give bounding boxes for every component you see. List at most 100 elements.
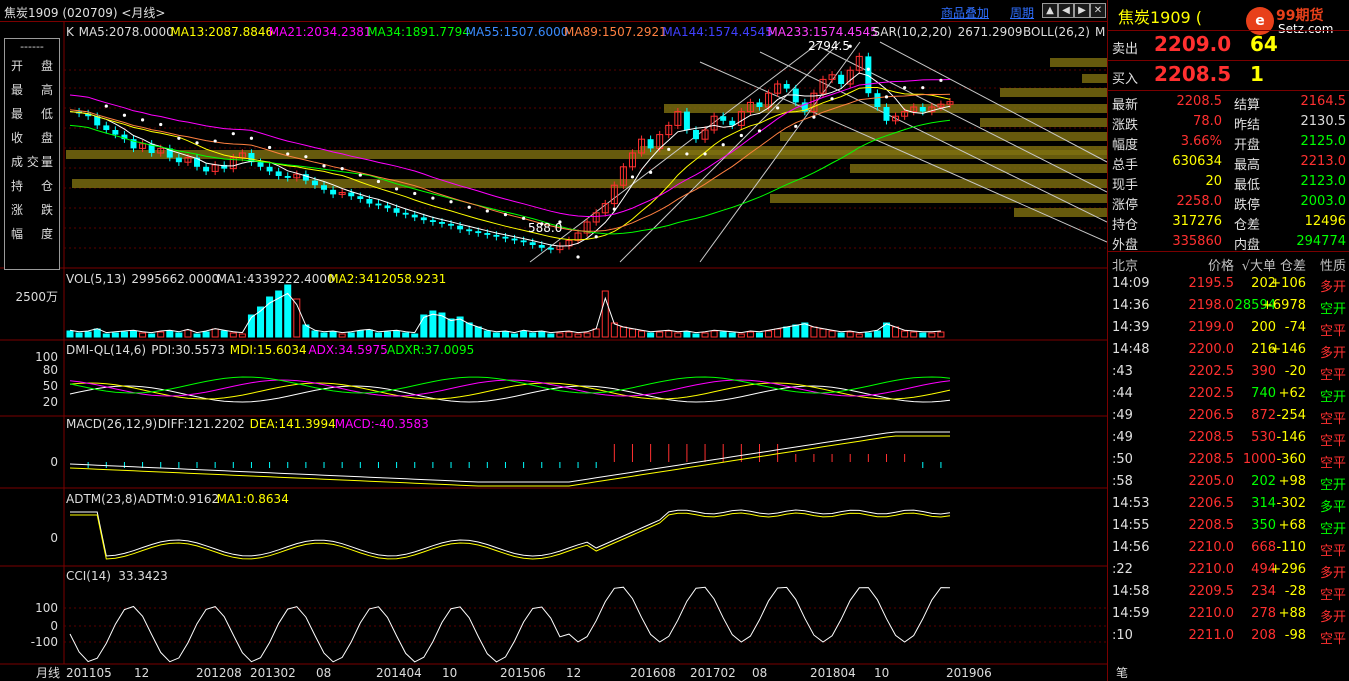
- tick-vol: 234: [1251, 584, 1276, 599]
- zoom-in-button[interactable]: ▲: [1042, 3, 1058, 18]
- volume-bar: [474, 326, 482, 338]
- tick-vol: 208: [1251, 628, 1276, 643]
- tab-ticks[interactable]: 笔: [1116, 664, 1128, 681]
- cci-legend-item: 33.3423: [118, 569, 168, 583]
- volume-bar: [84, 331, 92, 338]
- volume-bar: [402, 332, 410, 338]
- tick-row: 14:56 2210.0 668 -110 空平: [1108, 537, 1349, 559]
- volume-bar: [592, 328, 600, 338]
- volume-bar: [937, 331, 945, 338]
- quote-value: 317276: [1172, 214, 1222, 229]
- tick-row: 14:48 2200.0 216 +146 多开: [1108, 339, 1349, 361]
- info-label-a: 最: [11, 107, 24, 121]
- tick-diff: +88: [1278, 606, 1306, 621]
- tick-diff: -28: [1284, 584, 1306, 599]
- candle-body: [402, 212, 409, 215]
- volume-bar: [356, 330, 364, 338]
- candle-body: [257, 162, 264, 167]
- quote-value: 2164.5: [1300, 94, 1347, 109]
- ma-legend-item: M: [1095, 25, 1105, 39]
- dmi-legend-item: MDI:15.6034: [230, 343, 307, 357]
- sar-dot: [394, 187, 399, 191]
- tick-time: :49: [1112, 430, 1133, 445]
- sar-dot: [340, 167, 344, 171]
- info-row: 成 交量: [5, 150, 59, 174]
- volume-bar: [728, 332, 736, 338]
- tick-time: :58: [1112, 474, 1133, 489]
- tick-diff: -110: [1276, 540, 1306, 555]
- sar-dot: [376, 179, 381, 184]
- info-label-b: 高: [40, 83, 53, 97]
- volume-bar: [628, 328, 636, 338]
- tick-nat: 多开: [1319, 346, 1346, 361]
- tick-price: 2200.0: [1188, 342, 1235, 357]
- candle-body: [484, 233, 491, 235]
- info-row: 开盘: [5, 54, 59, 78]
- x-axis-tick-label: 201804: [810, 666, 856, 680]
- sar-dot: [122, 113, 127, 117]
- volume-bar: [619, 326, 627, 338]
- sar-dot: [358, 173, 362, 177]
- tick-nat: 空平: [1319, 632, 1346, 647]
- volume-bar: [801, 322, 809, 338]
- ma-legend-item: MA34:1891.7794: [367, 25, 470, 39]
- overlay-link[interactable]: 商品叠加: [941, 4, 989, 21]
- cci-legend-item: CCI(14): [66, 569, 111, 583]
- volume-profile-bar: [72, 179, 1107, 188]
- x-axis-tick-label: 201702: [690, 666, 736, 680]
- sar-dot: [140, 118, 145, 122]
- candle-body: [175, 157, 182, 163]
- info-label-b: 盘: [40, 131, 53, 145]
- sar-dot: [249, 136, 254, 140]
- close-button[interactable]: ✕: [1090, 3, 1106, 18]
- ma-legend-item: MA13:2087.8846: [170, 25, 273, 39]
- tick-diff: +6978: [1262, 298, 1306, 313]
- tick-price: 2199.0: [1188, 320, 1235, 335]
- vol-legend-item: 2995662.0000: [131, 272, 219, 286]
- sar-dot: [884, 95, 889, 99]
- tick-header-nature: 性质: [1319, 259, 1346, 274]
- volume-bar: [755, 332, 763, 338]
- quote-row: 持仓 317276 仓差 12496: [1108, 212, 1349, 233]
- tick-price: 2209.5: [1188, 584, 1235, 599]
- period-link[interactable]: 周期: [1010, 4, 1034, 21]
- volume-bar: [320, 332, 328, 338]
- tick-row: :58 2205.0 202 +98 空开: [1108, 471, 1349, 493]
- macd-legend-item: DIFF:121.2202: [158, 417, 245, 431]
- tick-price: 2208.5: [1188, 518, 1235, 533]
- volume-bar: [347, 332, 355, 338]
- volume-profile-bar: [850, 164, 1107, 173]
- volume-bar: [910, 331, 918, 338]
- volume-bar: [556, 332, 564, 338]
- quote-label: 持仓: [1112, 218, 1139, 233]
- volume-bar: [75, 332, 83, 338]
- kline-chart-area[interactable]: K MA5:2078.0000MA13:2087.8846MA21:2034.23…: [0, 22, 1107, 681]
- ma-legend-item: MA21:2034.2381: [269, 25, 372, 39]
- dmi-line: [69, 382, 951, 400]
- tick-nat: 空开: [1319, 390, 1346, 405]
- x-axis-tick-label: 201302: [250, 666, 296, 680]
- candle-body: [266, 166, 273, 172]
- vol-ma-line: [69, 292, 941, 334]
- quote-value: 2130.5: [1300, 114, 1347, 129]
- dmi-legend-item: PDI:30.5573: [151, 343, 225, 357]
- tick-row: :10 2211.0 208 -98 空平: [1108, 625, 1349, 647]
- cursor-info-panel: ------ 开盘最高最低收盘成 交量持仓涨跌幅度: [4, 38, 60, 270]
- tick-time: :50: [1112, 452, 1133, 467]
- volume-bar: [157, 331, 165, 338]
- adtm-legend-item: ADTM(23,8): [66, 492, 137, 506]
- sar-dot: [449, 200, 453, 204]
- buy-label: 买入: [1112, 72, 1139, 87]
- tick-row: :44 2202.5 740 +62 空开: [1108, 383, 1349, 405]
- scroll-right-button[interactable]: ▶: [1074, 3, 1090, 18]
- candle-body: [311, 180, 318, 186]
- info-label-b: 度: [40, 227, 53, 241]
- candle-body: [683, 111, 690, 130]
- candle-body: [547, 247, 554, 250]
- tick-nat: 空开: [1319, 478, 1346, 493]
- volume-bar: [384, 331, 392, 338]
- scroll-left-button[interactable]: ◀: [1058, 3, 1074, 18]
- sell-volume: 64: [1250, 32, 1278, 56]
- tick-header-big[interactable]: √大单: [1242, 255, 1276, 274]
- candle-body: [783, 84, 790, 89]
